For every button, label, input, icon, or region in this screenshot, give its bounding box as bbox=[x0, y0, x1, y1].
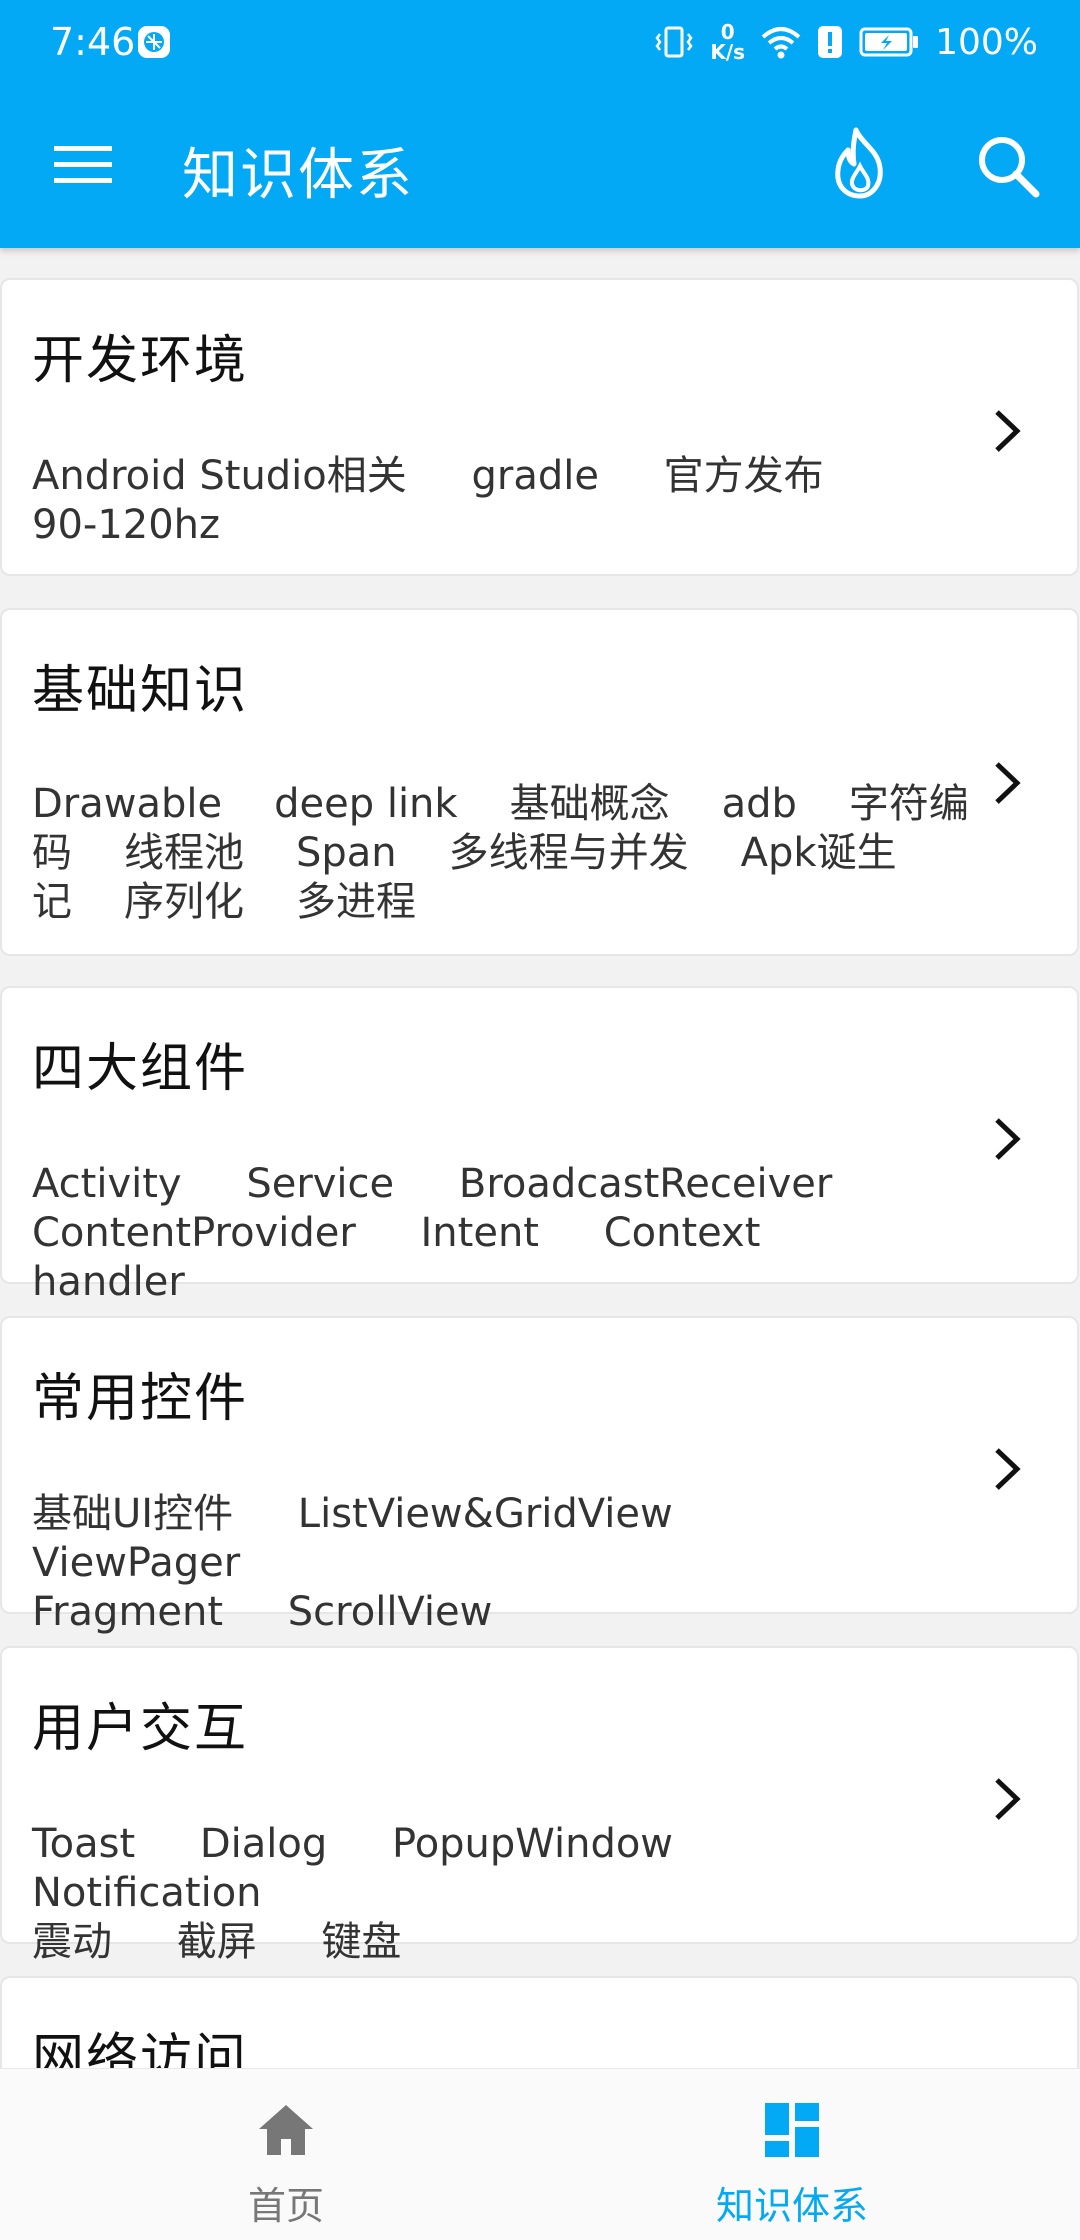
bottom-navigation: 首页 知识体系 bbox=[0, 2068, 1080, 2240]
category-tags: Activity Service BroadcastReceiver Conte… bbox=[32, 1160, 982, 1307]
tag-item[interactable]: Service bbox=[246, 1161, 394, 1207]
battery-icon bbox=[859, 27, 919, 57]
category-title: 开发环境 bbox=[32, 331, 249, 391]
category-tags: Android Studio相关 gradle 官方发布 90-120hz bbox=[32, 452, 982, 550]
tag-item[interactable]: 官方发布 bbox=[664, 453, 824, 499]
tag-item[interactable]: 截屏 bbox=[177, 1919, 257, 1965]
category-title: 常用控件 bbox=[32, 1369, 249, 1429]
chevron-right-icon[interactable] bbox=[989, 406, 1025, 456]
tag-item[interactable]: ScrollView bbox=[288, 1589, 493, 1635]
tag-item[interactable]: 90-120hz bbox=[32, 502, 220, 548]
chevron-right-icon[interactable] bbox=[989, 1444, 1025, 1494]
hot-icon[interactable] bbox=[826, 126, 896, 202]
tag-item[interactable]: Context bbox=[604, 1210, 761, 1256]
tag-item[interactable]: 多进程 bbox=[296, 879, 416, 925]
chevron-right-icon[interactable] bbox=[989, 1114, 1025, 1164]
tag-item[interactable]: handler bbox=[32, 1259, 185, 1305]
net-speed-value: 0 bbox=[720, 20, 735, 44]
alert-icon bbox=[818, 26, 843, 58]
category-title: 网络访问 bbox=[32, 2029, 249, 2068]
tag-item[interactable]: BroadcastReceiver bbox=[459, 1161, 832, 1207]
battery-percent: 100% bbox=[935, 21, 1038, 63]
tag-item[interactable]: Fragment bbox=[32, 1589, 223, 1635]
tag-item[interactable]: Android Studio相关 bbox=[32, 453, 407, 499]
category-card[interactable]: 常用控件 基础UI控件 ListView&GridView ViewPager … bbox=[0, 1316, 1079, 1635]
app-notification-icon bbox=[138, 26, 170, 58]
tag-item[interactable]: ContentProvider bbox=[32, 1210, 356, 1256]
category-tags: Drawable deep link 基础概念 adb 字符编码 线程池 Span 多线程与并… bbox=[32, 780, 982, 927]
chevron-right-icon[interactable] bbox=[989, 758, 1025, 808]
tag-item[interactable]: ViewPager bbox=[32, 1540, 240, 1586]
category-tags: Toast Dialog PopupWindow Notification 震动… bbox=[32, 1820, 982, 1967]
tag-item[interactable]: Intent bbox=[421, 1210, 539, 1256]
tag-item[interactable]: Toast bbox=[32, 1821, 135, 1867]
tag-item[interactable]: PopupWindow bbox=[392, 1821, 673, 1867]
wifi-icon bbox=[761, 27, 801, 59]
category-card[interactable]: 用户交互 Toast Dialog PopupWindow Notificati… bbox=[0, 1646, 1079, 1965]
net-speed: 0 K/s bbox=[710, 22, 745, 62]
tag-item[interactable]: 震动 bbox=[32, 1919, 112, 1965]
status-bar: 7:46 0 K/s 100% bbox=[0, 0, 1080, 84]
tag-item[interactable]: Activity bbox=[32, 1161, 182, 1207]
vibrate-icon bbox=[655, 26, 693, 58]
tag-item[interactable]: deep link bbox=[274, 781, 457, 827]
tag-item[interactable]: Notification bbox=[32, 1870, 262, 1916]
page-title: 知识体系 bbox=[182, 143, 414, 208]
tag-item[interactable]: adb bbox=[722, 781, 797, 827]
tag-item[interactable]: Drawable bbox=[32, 781, 222, 827]
category-list[interactable]: 开发环境 Android Studio相关 gradle 官方发布 90-120… bbox=[0, 248, 1080, 2068]
tag-item[interactable]: 多线程与并发 bbox=[449, 830, 689, 876]
category-tags: 基础UI控件 ListView&GridView ViewPager Fragm… bbox=[32, 1490, 982, 1637]
tag-item[interactable]: 键盘 bbox=[321, 1919, 401, 1965]
nav-item-home[interactable]: 首页 bbox=[16, 2069, 556, 2240]
home-icon bbox=[259, 2105, 313, 2155]
tag-item[interactable]: Span bbox=[296, 830, 397, 876]
nav-label-home: 首页 bbox=[247, 2184, 324, 2228]
category-title: 基础知识 bbox=[32, 661, 249, 721]
tag-item[interactable]: 基础UI控件 bbox=[32, 1491, 233, 1537]
category-title: 用户交互 bbox=[32, 1699, 249, 1759]
chevron-right-icon[interactable] bbox=[989, 1774, 1025, 1824]
app-bar: 7:46 0 K/s 100% 知识体系 bbox=[0, 0, 1080, 248]
dashboard-icon bbox=[765, 2103, 819, 2157]
status-time: 7:46 bbox=[50, 20, 136, 64]
category-title: 四大组件 bbox=[32, 1039, 249, 1099]
category-card[interactable]: 基础知识 Drawable deep link 基础概念 adb 字符编码 线程池 Span… bbox=[0, 608, 1079, 956]
tag-item[interactable]: 序列化 bbox=[124, 879, 244, 925]
category-card[interactable]: 网络访问 bbox=[0, 1976, 1079, 2068]
tag-item[interactable]: 线程池 bbox=[124, 830, 244, 876]
nav-label-knowledge: 知识体系 bbox=[715, 2184, 868, 2228]
menu-icon[interactable] bbox=[50, 138, 118, 192]
tag-item[interactable]: Dialog bbox=[200, 1821, 327, 1867]
tag-item[interactable]: ListView&GridView bbox=[298, 1491, 673, 1537]
tag-item[interactable]: gradle bbox=[471, 453, 598, 499]
tag-item[interactable]: 基础概念 bbox=[510, 781, 670, 827]
category-card[interactable]: 开发环境 Android Studio相关 gradle 官方发布 90-120… bbox=[0, 278, 1079, 576]
category-card[interactable]: 四大组件 Activity Service BroadcastReceiver … bbox=[0, 986, 1079, 1305]
nav-item-knowledge[interactable]: 知识体系 bbox=[522, 2069, 1062, 2240]
net-speed-unit: K/s bbox=[710, 40, 746, 64]
search-icon[interactable] bbox=[972, 130, 1044, 202]
